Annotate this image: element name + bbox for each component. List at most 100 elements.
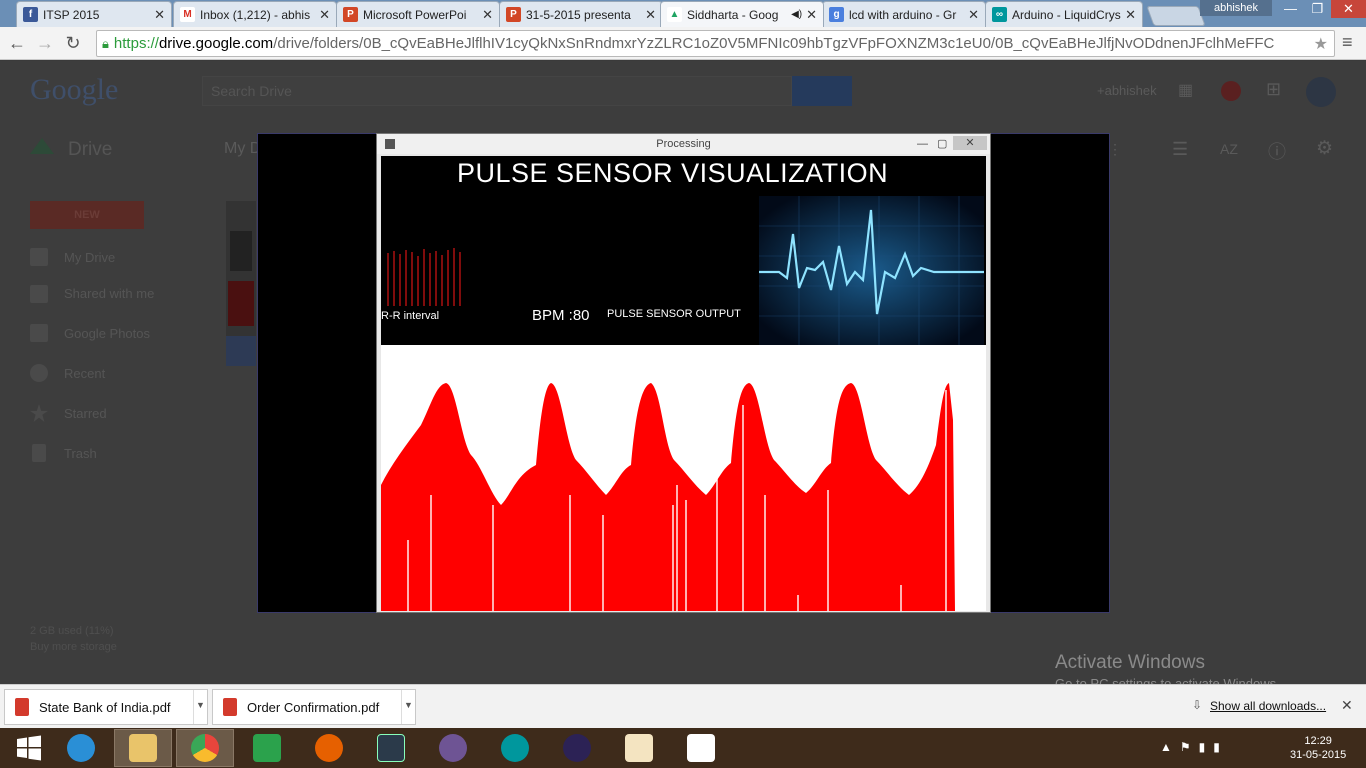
forward-icon[interactable]: → [34,32,56,54]
arduino-icon: ∞ [992,7,1007,22]
speaker-icon[interactable]: ◀) [791,9,802,20]
bpm-readout: BPM :80 [532,307,590,324]
github-icon[interactable] [424,729,482,767]
start-button[interactable] [0,729,58,767]
internet-explorer-icon[interactable] [52,729,110,767]
close-window-button[interactable]: ✕ [1331,0,1366,18]
tab-gmail[interactable]: M Inbox (1,212) - abhis ✕ [173,1,337,27]
back-icon[interactable]: ← [6,32,28,54]
close-icon[interactable]: ✕ [1341,697,1353,714]
windows-logo-icon [17,735,41,761]
eagle-icon[interactable] [672,729,730,767]
powerpoint-icon: P [506,7,521,22]
search-input[interactable]: Search Drive [202,76,792,106]
tab-label: ITSP 2015 [43,7,100,22]
close-icon[interactable]: ✕ [645,7,656,23]
maximize-button[interactable]: ▢ [937,134,947,154]
buy-storage-link[interactable]: Buy more storage [30,639,117,655]
clock-date: 31-05-2015 [1290,749,1347,761]
info-icon[interactable]: ⓘ [1268,138,1286,164]
tab-itsp[interactable]: f ITSP 2015 ✕ [16,1,172,27]
menu-icon[interactable]: ≡ [1342,32,1353,53]
tab-powerpoint-online[interactable]: P Microsoft PowerPoi ✕ [336,1,500,27]
google-logo[interactable]: Google [30,73,118,107]
chevron-down-icon[interactable]: ▼ [401,690,415,724]
minimize-button[interactable]: — [917,134,928,154]
windows-taskbar: ▲⚑▮▮ 12:29 31-05-2015 [0,728,1366,768]
profile-name[interactable]: abhishek [1200,0,1272,16]
download-item[interactable]: Order Confirmation.pdf ▼ [212,689,416,725]
tab-label: Microsoft PowerPoi [363,7,467,22]
close-icon[interactable]: ✕ [154,7,165,23]
arduino-icon[interactable] [486,729,544,767]
new-tab-button[interactable] [1146,6,1206,26]
close-icon[interactable]: ✕ [482,7,493,23]
file-explorer-icon[interactable] [114,729,172,767]
sort-icon[interactable]: AZ [1220,141,1238,157]
breadcrumb[interactable]: My D [224,140,261,158]
gmail-icon: M [180,7,195,22]
chevron-down-icon[interactable]: ▼ [193,690,207,724]
address-bar[interactable]: 🔒︎ https:// drive.google.com /drive/fold… [96,30,1335,57]
tab-drive[interactable]: ▲ Siddharta - Goog ◀) ✕ [660,1,824,27]
close-icon[interactable]: ✕ [1125,7,1136,23]
close-icon[interactable]: ✕ [806,7,817,23]
file-thumbnail[interactable] [226,201,256,366]
settings-icon[interactable]: ⚙ [1316,137,1333,160]
chrome-icon[interactable] [176,729,234,767]
facebook-icon: f [23,7,38,22]
apps-grid-icon[interactable]: ▦ [1178,80,1193,100]
window-title: Processing [656,138,711,150]
rr-interval-label: R-R interval [381,310,440,322]
sidebar-item-shared[interactable]: Shared with me [64,286,154,301]
pulse-waveform-plot [381,345,986,611]
minimize-button[interactable]: — [1277,0,1304,18]
close-icon[interactable]: ✕ [968,7,979,23]
notification-icon[interactable] [1221,81,1241,101]
drive-icon [30,138,54,154]
storage-quota: 2 GB used (11%) Buy more storage [30,623,117,655]
tab-presentation[interactable]: P 31-5-2015 presenta ✕ [499,1,663,27]
more-icon[interactable]: ⋮ [1108,141,1122,158]
tab-label: lcd with arduino - Gr [849,7,957,22]
sidebar-item-my-drive[interactable]: My Drive [64,250,115,265]
browser-tab-strip: f ITSP 2015 ✕ M Inbox (1,212) - abhis ✕ … [0,0,1366,27]
sidebar-item-starred[interactable]: Starred [64,406,107,421]
browser-toolbar: ← → ↻ 🔒︎ https:// drive.google.com /driv… [0,27,1366,60]
fritzing-icon[interactable] [610,729,668,767]
share-plus-icon[interactable]: ⊞ [1266,79,1281,100]
pdf-icon [223,698,237,716]
new-button[interactable]: NEW [30,201,144,229]
show-all-downloads-link[interactable]: Show all downloads... [1210,699,1326,713]
clock[interactable]: 12:29 31-05-2015 [1290,734,1346,762]
sidebar-item-trash[interactable]: Trash [64,446,97,461]
reload-icon[interactable]: ↻ [62,32,84,54]
ecg-image [759,196,984,346]
tab-arduino[interactable]: ∞ Arduino - LiquidCrys ✕ [985,1,1143,27]
processing-window[interactable]: Processing — ▢ ✕ PULSE SENSOR VISUALIZAT… [376,133,991,613]
close-icon[interactable]: ✕ [319,7,330,23]
system-tray[interactable]: ▲⚑▮▮ [1160,740,1228,754]
bookmark-star-icon[interactable]: ★ [1314,34,1328,54]
lightroom-icon[interactable] [362,729,420,767]
sidebar-item-photos[interactable]: Google Photos [64,326,150,341]
tab-label: 31-5-2015 presenta [526,7,631,22]
tab-label: Inbox (1,212) - abhis [200,7,311,22]
search-button[interactable] [792,76,852,106]
eclipse-icon[interactable] [548,729,606,767]
sidebar-item-recent[interactable]: Recent [64,366,105,381]
restore-button[interactable]: ❐ [1304,0,1331,18]
lock-icon: 🔒︎ [102,35,109,51]
close-button[interactable]: ✕ [953,136,987,150]
folder-icon [30,248,48,266]
user-link[interactable]: +abhishek [1097,83,1157,98]
drive-title[interactable]: Drive [68,139,112,161]
drive-icon: ▲ [667,7,682,22]
firefox-icon[interactable] [300,729,358,767]
tab-google-search[interactable]: g lcd with arduino - Gr ✕ [822,1,986,27]
list-view-icon[interactable]: ☰ [1172,139,1188,160]
download-item[interactable]: State Bank of India.pdf ▼ [4,689,208,725]
people-icon [30,285,48,303]
store-icon[interactable] [238,729,296,767]
avatar[interactable] [1306,77,1336,107]
